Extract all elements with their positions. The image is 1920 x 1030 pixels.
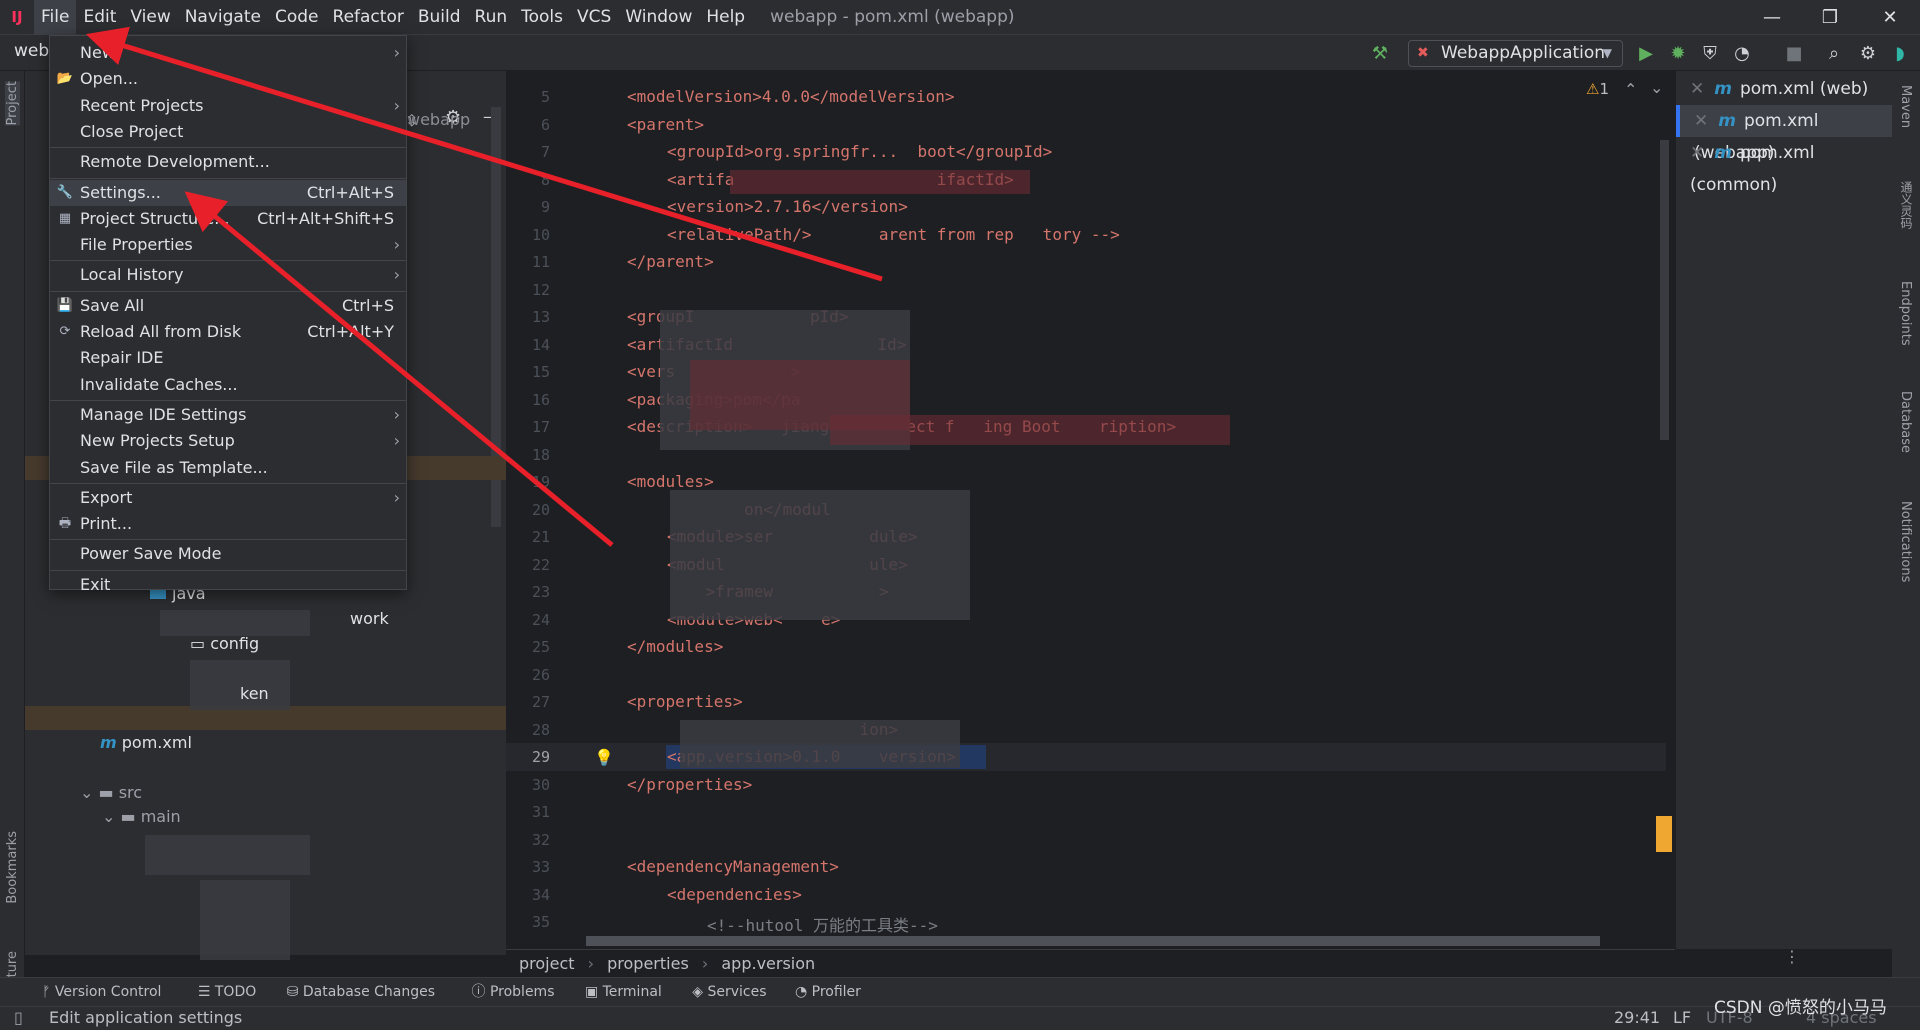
arrow-to-file-menu (85, 26, 883, 282)
arrow-to-settings (184, 191, 614, 547)
annotation-arrows (85, 26, 883, 547)
